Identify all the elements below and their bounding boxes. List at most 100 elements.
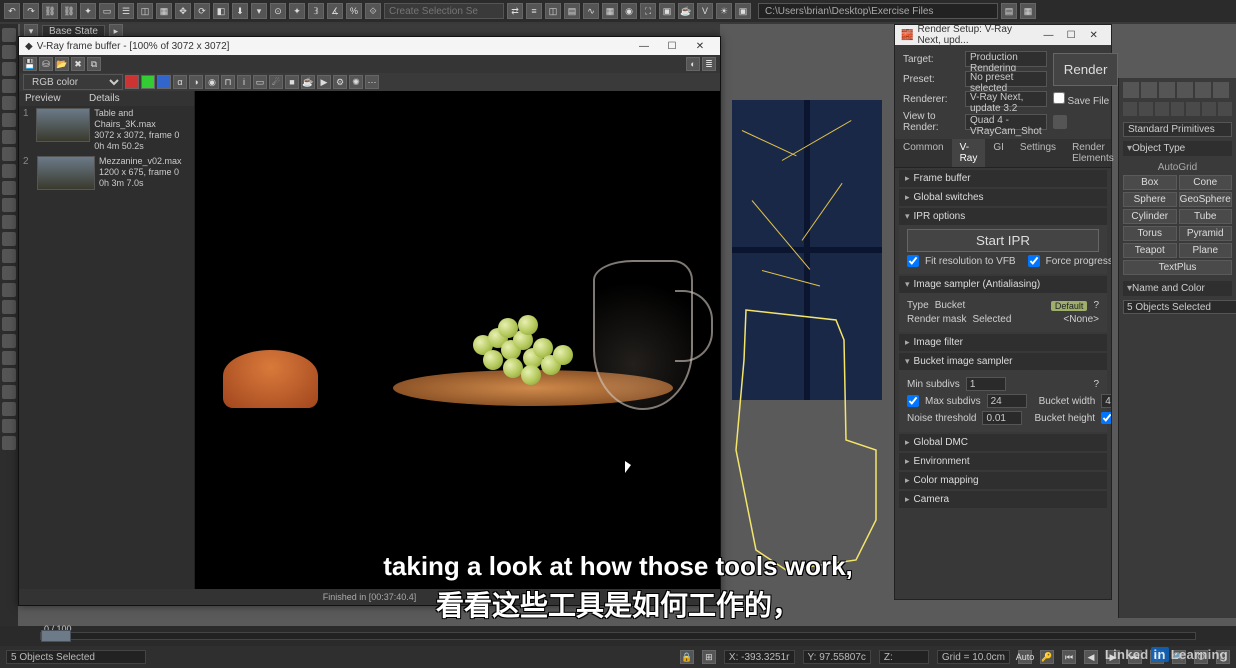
- angle-snap-icon[interactable]: ∡: [327, 3, 343, 19]
- rollout-image-filter[interactable]: Image filter: [899, 334, 1107, 351]
- autogrid-check[interactable]: AutoGrid: [1123, 160, 1232, 175]
- start-ipr-button[interactable]: Start IPR: [907, 229, 1099, 252]
- create-tab-icon[interactable]: [1123, 82, 1139, 98]
- save-image-icon[interactable]: 💾: [23, 57, 37, 71]
- render-icon[interactable]: ☕: [678, 3, 694, 19]
- strip-icon[interactable]: [2, 79, 16, 93]
- close-button[interactable]: ✕: [686, 38, 714, 54]
- max-subdivs-field[interactable]: [987, 394, 1027, 408]
- ipr-icon[interactable]: ▶: [317, 75, 331, 89]
- strip-icon[interactable]: [2, 147, 16, 161]
- strip-icon[interactable]: [2, 198, 16, 212]
- dup-icon[interactable]: ⧉: [87, 57, 101, 71]
- rollout-cam[interactable]: Camera: [899, 491, 1107, 508]
- coord-y[interactable]: Y: 97.55807c: [803, 650, 871, 664]
- strip-icon[interactable]: [2, 113, 16, 127]
- align-icon[interactable]: ≡: [526, 3, 542, 19]
- material-editor-icon[interactable]: ◉: [621, 3, 637, 19]
- category-dropdown[interactable]: Standard Primitives: [1123, 122, 1232, 137]
- strip-icon[interactable]: [2, 249, 16, 263]
- manip-icon[interactable]: ✦: [289, 3, 305, 19]
- strip-icon[interactable]: [2, 351, 16, 365]
- strip-icon[interactable]: [2, 62, 16, 76]
- rollout-antialias[interactable]: Image sampler (Antialiasing): [899, 276, 1107, 293]
- helpers-icon[interactable]: [1186, 102, 1200, 116]
- strip-icon[interactable]: [2, 436, 16, 450]
- strip-icon[interactable]: [2, 334, 16, 348]
- project-path-field[interactable]: [758, 3, 998, 19]
- strip-icon[interactable]: [2, 283, 16, 297]
- cc-icon[interactable]: ◐: [686, 57, 700, 71]
- select-name-icon[interactable]: ☰: [118, 3, 134, 19]
- force-prog-check[interactable]: [1028, 255, 1040, 267]
- save-all-icon[interactable]: ⛁: [39, 57, 53, 71]
- autokey-button[interactable]: Auto: [1018, 650, 1032, 664]
- strip-icon[interactable]: [2, 96, 16, 110]
- utilities-tab-icon[interactable]: [1213, 82, 1229, 98]
- blue-channel-icon[interactable]: [157, 75, 171, 89]
- obj-type-rollout[interactable]: Object Type: [1123, 141, 1232, 156]
- lens-fx-icon[interactable]: ✺: [349, 75, 363, 89]
- min-subdivs-field[interactable]: [966, 377, 1006, 391]
- obj-box[interactable]: Box: [1123, 175, 1177, 190]
- strip-icon[interactable]: [2, 45, 16, 59]
- close-button[interactable]: ✕: [1082, 27, 1105, 43]
- render-mask-dropdown[interactable]: Selected: [972, 314, 1042, 325]
- space-warps-icon[interactable]: [1202, 102, 1216, 116]
- obj-cylinder[interactable]: Cylinder: [1123, 209, 1177, 224]
- play-back-icon[interactable]: ◀: [1084, 650, 1098, 664]
- debug-shading-icon[interactable]: ⚙: [333, 75, 347, 89]
- strip-icon[interactable]: [2, 130, 16, 144]
- load-image-icon[interactable]: 📂: [55, 57, 69, 71]
- schematic-icon[interactable]: ▦: [602, 3, 618, 19]
- strip-icon[interactable]: [2, 164, 16, 178]
- vray-frame-buffer-window[interactable]: ◆ V-Ray frame buffer - [100% of 3072 x 3…: [18, 36, 721, 606]
- rollout-ipr[interactable]: IPR options: [899, 208, 1107, 225]
- render-setup-window[interactable]: 🧱 Render Setup: V-Ray Next, upd... — ☐ ✕…: [894, 24, 1112, 600]
- obj-pyramid[interactable]: Pyramid: [1179, 226, 1233, 241]
- hierarchy-tab-icon[interactable]: [1159, 82, 1175, 98]
- history-item[interactable]: 1 Table and Chairs_3K.max 3072 x 3072, f…: [19, 106, 194, 154]
- unlink-icon[interactable]: ⛓: [61, 3, 77, 19]
- vfb-titlebar[interactable]: ◆ V-Ray frame buffer - [100% of 3072 x 3…: [19, 37, 720, 55]
- pivot-icon[interactable]: ⊙: [270, 3, 286, 19]
- window-cross-icon[interactable]: ▦: [156, 3, 172, 19]
- layers-icon[interactable]: ◫: [545, 3, 561, 19]
- render-setup-icon[interactable]: ⛶: [640, 3, 656, 19]
- snap-icon[interactable]: 𝟛: [308, 3, 324, 19]
- max-subdivs-check[interactable]: [907, 395, 919, 407]
- bind-icon[interactable]: ✦: [80, 3, 96, 19]
- link-icon[interactable]: ⛓: [42, 3, 58, 19]
- redo-icon[interactable]: ↷: [23, 3, 39, 19]
- rollout-gdmc[interactable]: Global DMC: [899, 434, 1107, 451]
- strip-icon[interactable]: [2, 317, 16, 331]
- vfbmore-icon[interactable]: ⋯: [365, 75, 379, 89]
- obj-sphere[interactable]: Sphere: [1123, 192, 1177, 207]
- strip-icon[interactable]: [2, 181, 16, 195]
- mirror-icon[interactable]: ⇄: [507, 3, 523, 19]
- vfb-render-view[interactable]: [195, 91, 720, 589]
- tab-gi[interactable]: GI: [985, 139, 1012, 167]
- pct-snap-icon[interactable]: %: [346, 3, 362, 19]
- curve-editor-icon[interactable]: ∿: [583, 3, 599, 19]
- obj-cone[interactable]: Cone: [1179, 175, 1233, 190]
- refcoord-icon[interactable]: ▾: [251, 3, 267, 19]
- rs-body[interactable]: Frame buffer Global switches IPR options…: [895, 168, 1111, 599]
- render-button[interactable]: Render: [1053, 53, 1119, 86]
- extra2-icon[interactable]: ▦: [1020, 3, 1036, 19]
- extra1-icon[interactable]: ▤: [1001, 3, 1017, 19]
- time-slider[interactable]: 0 / 100: [0, 626, 1236, 646]
- scale-icon[interactable]: ◧: [213, 3, 229, 19]
- layer-explorer-icon[interactable]: ▤: [564, 3, 580, 19]
- rollout-bucket[interactable]: Bucket image sampler: [899, 353, 1107, 370]
- help-icon[interactable]: ?: [1093, 300, 1099, 311]
- vray-toolbar-icon[interactable]: V: [697, 3, 713, 19]
- clear-icon[interactable]: ✖: [71, 57, 85, 71]
- srgb-icon[interactable]: ◉: [205, 75, 219, 89]
- systems-icon[interactable]: [1218, 102, 1232, 116]
- motion-tab-icon[interactable]: [1177, 82, 1193, 98]
- obj-textplus[interactable]: TextPlus: [1123, 260, 1232, 275]
- display-tab-icon[interactable]: [1195, 82, 1211, 98]
- renderer-dropdown[interactable]: V-Ray Next, update 3.2: [965, 91, 1047, 107]
- savefile-check[interactable]: Save File: [1053, 92, 1119, 107]
